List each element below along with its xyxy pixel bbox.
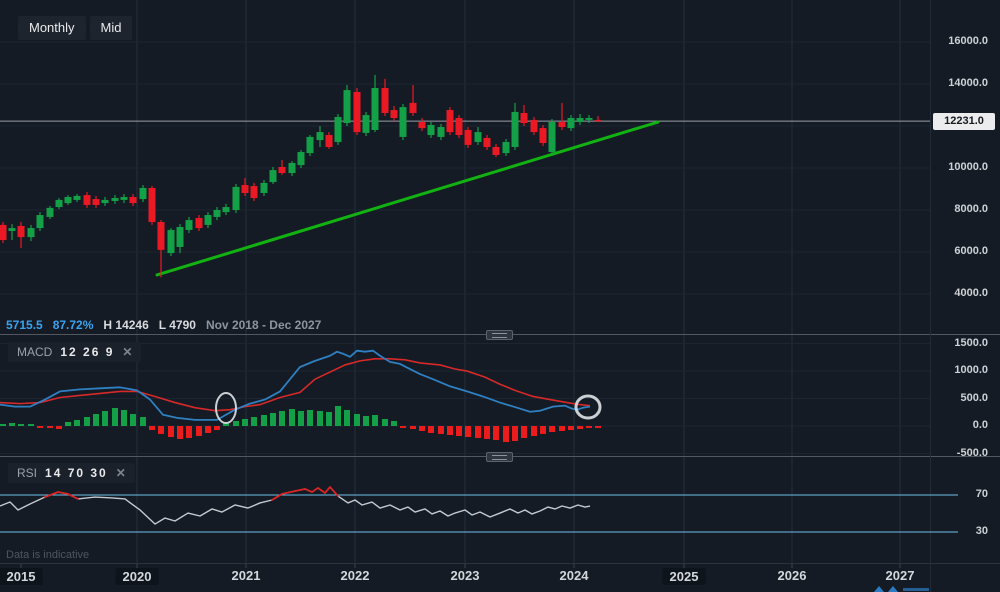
rsi-indicator-label[interactable]: RSI 14 70 30 ✕	[8, 463, 135, 483]
macd-indicator-label[interactable]: MACD 12 26 9 ✕	[8, 342, 141, 362]
date-range: Nov 2018 - Dec 2027	[206, 318, 321, 332]
pane-resize-handle-macd[interactable]	[486, 330, 513, 340]
chart-canvas[interactable]	[0, 0, 1000, 592]
partial-attribution-logo	[874, 586, 929, 592]
price-axis-label: 4000.0	[930, 287, 996, 299]
price-axis-label: 10000.0	[930, 161, 996, 173]
macd-name: MACD	[17, 345, 52, 359]
change-percent: 87.72%	[53, 318, 94, 332]
time-axis-label: 2021	[232, 568, 261, 583]
rsi-axis-label: 70	[930, 488, 996, 500]
time-axis-label: 2027	[886, 568, 915, 583]
rsi-params: 14 70 30	[45, 466, 108, 480]
pane-resize-handle-rsi[interactable]	[486, 452, 513, 462]
time-axis-label: 2024	[560, 568, 589, 583]
price-axis-label: 16000.0	[930, 35, 996, 47]
time-axis-label: 2022	[341, 568, 370, 583]
macd-axis-label: 500.0	[930, 392, 996, 404]
low-value: L 4790	[159, 318, 196, 332]
rsi-name: RSI	[17, 466, 37, 480]
trading-chart-window: Monthly Mid 5715.5 87.72% H 14246 L 4790…	[0, 0, 1000, 592]
rsi-axis-label: 30	[930, 525, 996, 537]
chart-toolbar: Monthly Mid	[18, 16, 132, 40]
macd-axis-label: -500.0	[930, 447, 996, 459]
time-axis-label: 2015	[0, 568, 42, 585]
status-line: 5715.5 87.72% H 14246 L 4790 Nov 2018 - …	[6, 318, 321, 332]
time-axis-label: 2020	[116, 568, 159, 585]
rsi-close-icon[interactable]: ✕	[116, 466, 126, 480]
macd-axis-label: 1000.0	[930, 364, 996, 376]
price-type-button[interactable]: Mid	[90, 16, 133, 40]
last-price-badge: 12231.0	[933, 113, 995, 130]
price-axis-label: 8000.0	[930, 203, 996, 215]
macd-params: 12 26 9	[60, 345, 114, 359]
macd-axis-label: 0.0	[930, 419, 996, 431]
time-axis-label: 2025	[663, 568, 706, 585]
high-value: H 14246	[103, 318, 148, 332]
time-axis-label: 2026	[778, 568, 807, 583]
price-axis-label: 6000.0	[930, 245, 996, 257]
macd-axis-label: 1500.0	[930, 337, 996, 349]
time-axis-label: 2023	[451, 568, 480, 583]
interval-button[interactable]: Monthly	[18, 16, 86, 40]
watermark-text: Data is indicative	[6, 549, 89, 561]
macd-close-icon[interactable]: ✕	[122, 345, 132, 359]
last-value: 5715.5	[6, 318, 43, 332]
price-axis-label: 14000.0	[930, 77, 996, 89]
